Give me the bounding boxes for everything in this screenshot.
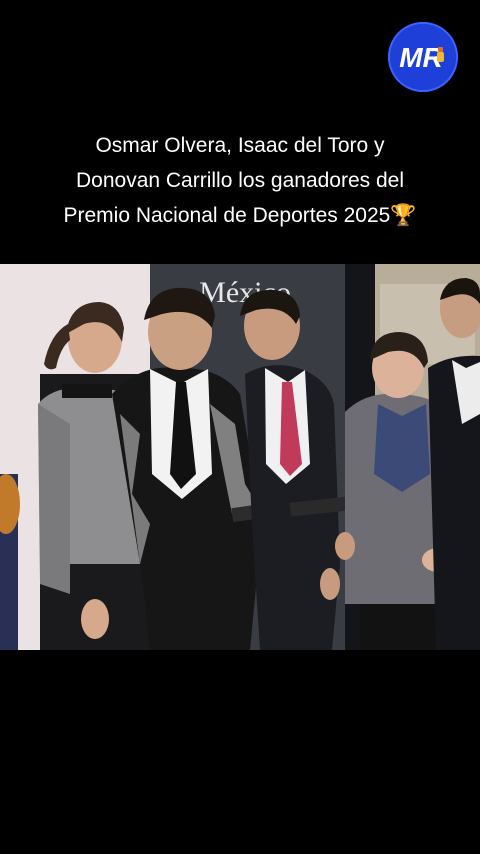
caption-line-1: Osmar Olvera, Isaac del Toro y — [95, 134, 385, 157]
logo-text: MR — [399, 42, 443, 73]
caption-line-2: Donovan Carrillo los ganadores del — [75, 169, 405, 192]
caption-line-3: Premio Nacional de Deportes 2025🏆 — [63, 204, 417, 227]
channel-logo: MR — [388, 22, 458, 92]
ceremony-photo: México — [0, 264, 480, 650]
trophy-icon: 🏆 — [390, 204, 417, 227]
mr-logo-icon: MR — [390, 24, 456, 90]
award-ceremony-photo: México — [0, 264, 480, 650]
video-caption: Osmar Olvera, Isaac del Toro y Donovan C… — [20, 128, 460, 233]
